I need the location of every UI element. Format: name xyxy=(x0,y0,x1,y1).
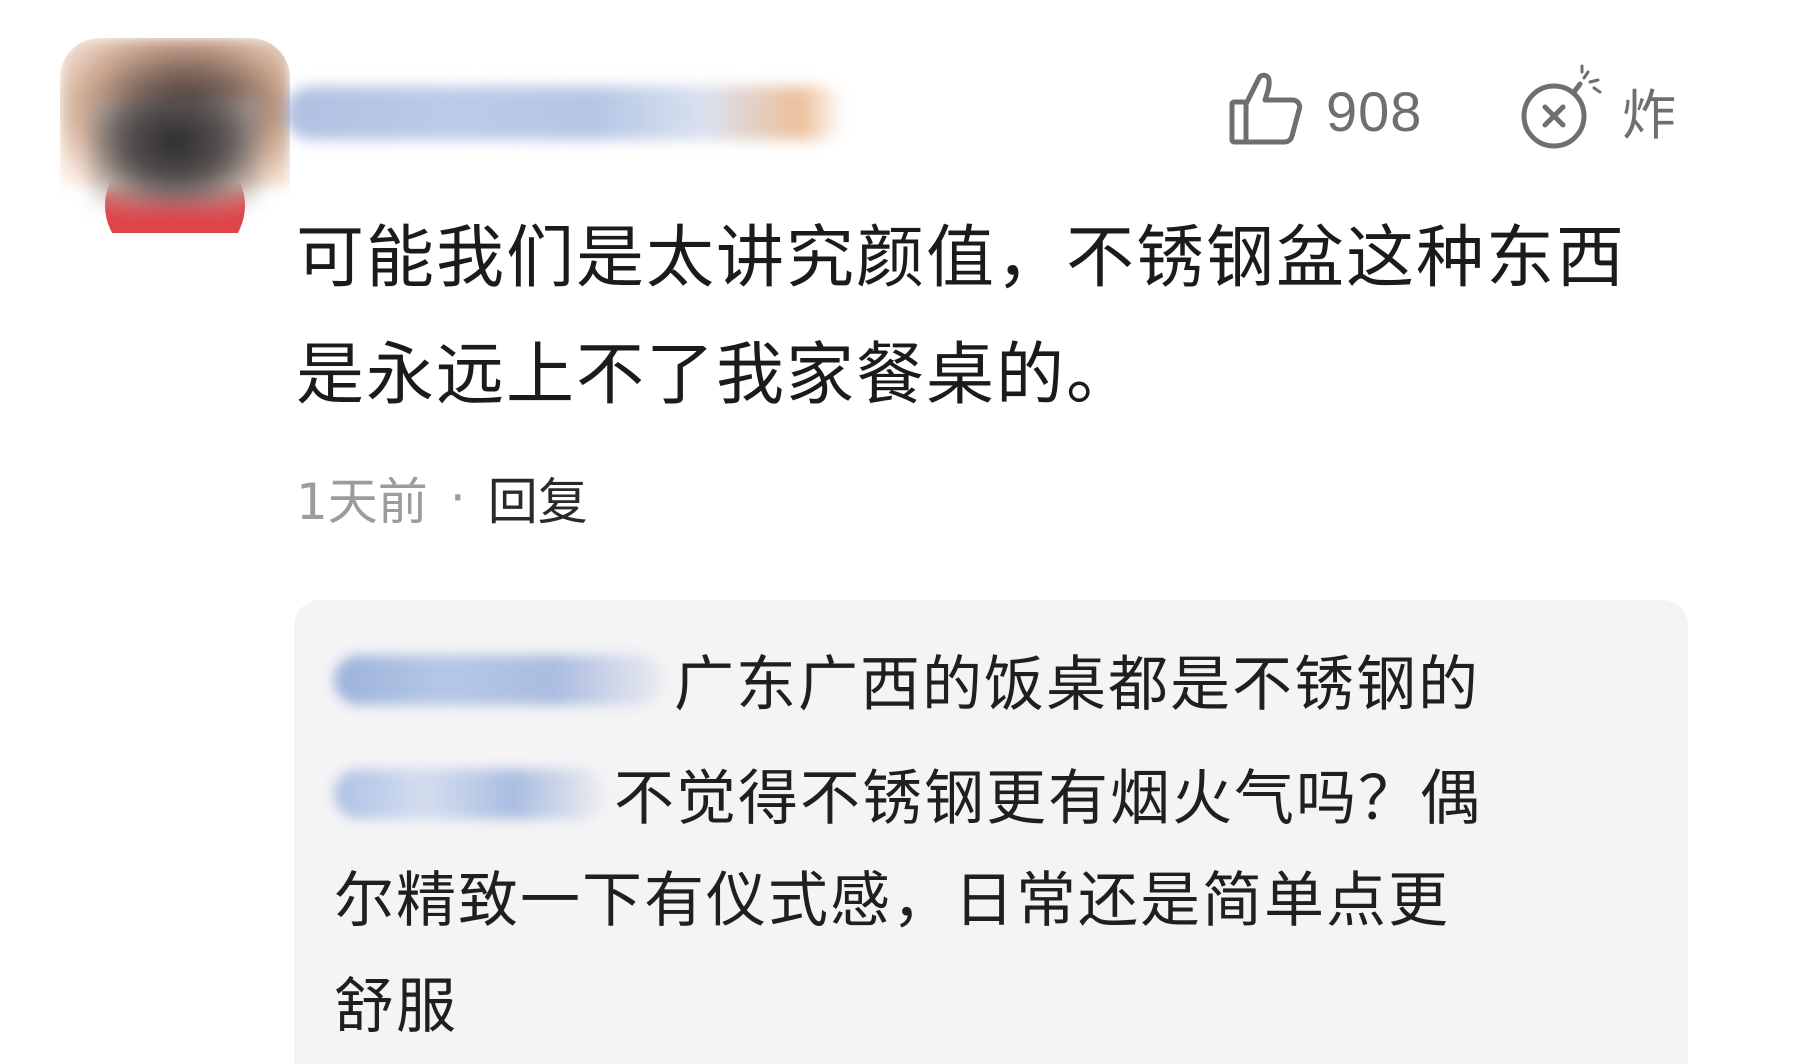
bomb-button[interactable]: 炸 xyxy=(1518,64,1676,156)
reply-username-blurred[interactable] xyxy=(334,768,604,819)
reply-text-continued: 舒服 xyxy=(334,972,458,1042)
avatar[interactable] xyxy=(60,38,290,233)
username-blurred[interactable] xyxy=(285,86,845,140)
reply-text: 广东广西的饭桌都是不锈钢的 xyxy=(674,650,1480,720)
bomb-label: 炸 xyxy=(1622,83,1676,147)
comment-time: 1天前 xyxy=(296,473,428,531)
replies-box[interactable]: 广东广西的饭桌都是不锈钢的 不觉得不锈钢更有烟火气吗？偶 尔精致一下有仪式感，日… xyxy=(294,600,1688,1064)
reply-text: 不觉得不锈钢更有烟火气吗？偶 xyxy=(614,764,1482,834)
reply-username-blurred[interactable] xyxy=(334,654,664,705)
comment-meta: 1天前 · 回复 xyxy=(296,462,588,534)
bomb-icon xyxy=(1518,64,1604,156)
reply-button[interactable]: 回复 xyxy=(488,462,588,534)
thumbs-up-icon xyxy=(1228,70,1304,152)
like-button[interactable]: 908 xyxy=(1228,70,1422,152)
meta-separator: · xyxy=(449,469,466,527)
comment-text: 可能我们是太讲究颜值，不锈钢盆这种东西是永远上不了我家餐桌的。 xyxy=(296,219,1627,415)
like-count: 908 xyxy=(1326,79,1423,143)
reply-item[interactable]: 广东广西的饭桌都是不锈钢的 xyxy=(334,636,1480,723)
reply-text-continued: 尔精致一下有仪式感，日常还是简单点更 xyxy=(334,866,1450,936)
reply-item[interactable]: 不觉得不锈钢更有烟火气吗？偶 xyxy=(334,750,1482,837)
avatar-blur-center xyxy=(90,98,260,208)
